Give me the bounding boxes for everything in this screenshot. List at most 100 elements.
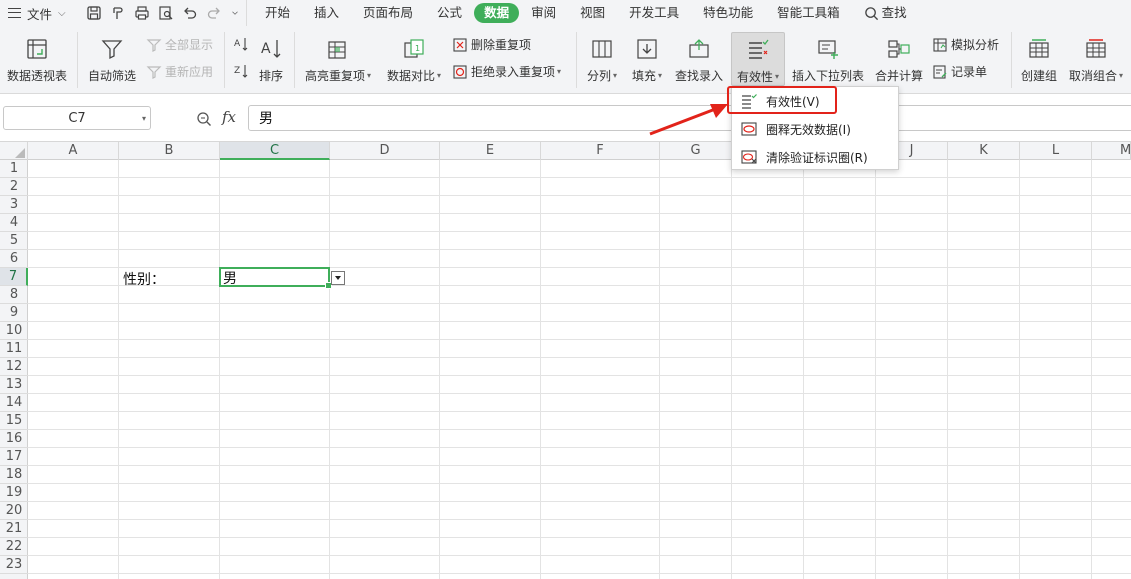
- circle-invalid-data-icon: [741, 122, 757, 136]
- row-header-18[interactable]: 18: [0, 466, 28, 484]
- menu-item-clear-validation-circles[interactable]: 清除验证标识圈(R): [732, 143, 900, 171]
- tab-review[interactable]: 审阅: [519, 3, 568, 23]
- tab-formulas[interactable]: 公式: [425, 3, 474, 23]
- show-all-button[interactable]: 全部显示: [146, 36, 213, 53]
- row-header-7[interactable]: 7: [0, 268, 28, 286]
- caret-down-icon: ▾: [437, 71, 442, 80]
- sort-button[interactable]: A 排序: [256, 34, 286, 84]
- ungroup-button[interactable]: 取消组合 ▾: [1066, 34, 1126, 84]
- delete-duplicates-button[interactable]: 删除重复项: [452, 36, 531, 53]
- consolidate-button[interactable]: 合并计算: [872, 34, 926, 84]
- lookup-entry-icon: [689, 39, 709, 58]
- row-header-12[interactable]: 12: [0, 358, 28, 376]
- fill-label: 填充: [631, 69, 656, 83]
- row-header-8[interactable]: 8: [0, 286, 28, 304]
- show-all-icon: [146, 38, 162, 52]
- cell-b7[interactable]: 性别：: [123, 269, 165, 289]
- column-header-k[interactable]: K: [948, 142, 1020, 160]
- column-header-c[interactable]: C: [220, 142, 330, 160]
- tab-data[interactable]: 数据: [474, 3, 520, 23]
- row-header-19[interactable]: 19: [0, 484, 28, 502]
- sort-asc-button[interactable]: A: [233, 36, 252, 52]
- reapply-button[interactable]: 重新应用: [146, 63, 213, 80]
- hamburger-icon: [8, 8, 21, 18]
- column-header-l[interactable]: L: [1020, 142, 1092, 160]
- format-painter-icon[interactable]: [110, 5, 126, 21]
- what-if-analysis-button[interactable]: 模拟分析: [932, 36, 999, 53]
- row-header-5[interactable]: 5: [0, 232, 28, 250]
- chevron-down-icon[interactable]: [230, 5, 240, 21]
- insert-function-icon[interactable]: fx: [222, 108, 236, 126]
- chevron-down-icon[interactable]: ▾: [142, 114, 146, 123]
- tab-developer[interactable]: 开发工具: [617, 3, 691, 23]
- tab-view[interactable]: 视图: [568, 3, 617, 23]
- svg-text:A: A: [261, 41, 271, 57]
- column-header-e[interactable]: E: [440, 142, 541, 160]
- tab-home[interactable]: 开始: [253, 3, 302, 23]
- row-header-1[interactable]: 1: [0, 160, 28, 178]
- search-tab[interactable]: 查找: [852, 3, 919, 23]
- zoom-icon[interactable]: [196, 111, 212, 127]
- row-header-16[interactable]: 16: [0, 430, 28, 448]
- reject-duplicates-button[interactable]: 拒绝录入重复项 ▾: [452, 63, 561, 80]
- row-header-9[interactable]: 9: [0, 304, 28, 322]
- data-compare-button[interactable]: 1 数据对比 ▾: [382, 34, 446, 84]
- insert-dropdown-list-label: 插入下拉列表: [791, 69, 864, 83]
- row-header-2[interactable]: 2: [0, 178, 28, 196]
- cell-dropdown-button[interactable]: [331, 271, 345, 285]
- row-header-21[interactable]: 21: [0, 520, 28, 538]
- row-header-3[interactable]: 3: [0, 196, 28, 214]
- row-header-14[interactable]: 14: [0, 394, 28, 412]
- row-header-10[interactable]: 10: [0, 322, 28, 340]
- insert-dropdown-list-button[interactable]: 插入下拉列表: [790, 34, 866, 84]
- row-header-17[interactable]: 17: [0, 448, 28, 466]
- ribbon-divider: [1011, 32, 1012, 88]
- select-all-corner[interactable]: [0, 142, 28, 160]
- print-preview-icon[interactable]: [158, 5, 174, 21]
- tab-insert[interactable]: 插入: [302, 3, 351, 23]
- file-menu[interactable]: 文件 ⌵: [0, 0, 80, 26]
- insert-dropdown-icon: [818, 40, 838, 59]
- tab-page-layout[interactable]: 页面布局: [351, 3, 425, 23]
- reject-duplicates-label: 拒绝录入重复项: [471, 65, 556, 79]
- highlight-duplicates-button[interactable]: 高亮重复项 ▾: [302, 34, 374, 84]
- ungroup-label: 取消组合: [1068, 69, 1117, 83]
- pivot-table-button[interactable]: 数据透视表: [4, 34, 70, 84]
- column-header-m[interactable]: M: [1092, 142, 1131, 160]
- name-box[interactable]: C7 ▾: [3, 106, 151, 130]
- delete-duplicates-icon: [453, 37, 467, 52]
- undo-icon[interactable]: [182, 5, 198, 21]
- record-form-icon: [933, 64, 947, 79]
- row-header-20[interactable]: 20: [0, 502, 28, 520]
- record-form-button[interactable]: 记录单: [932, 63, 987, 80]
- auto-filter-button[interactable]: 自动筛选: [86, 34, 138, 84]
- group-icon: [1029, 39, 1049, 58]
- lookup-entry-button[interactable]: 查找录入: [672, 34, 726, 84]
- ribbon-tabs: 开始 插入 页面布局 公式 数据 审阅 视图 开发工具 特色功能 智能工具箱 查…: [253, 3, 919, 23]
- create-group-button[interactable]: 创建组: [1017, 34, 1061, 84]
- spreadsheet-grid[interactable]: 性别： 男: [28, 160, 1131, 579]
- row-header-6[interactable]: 6: [0, 250, 28, 268]
- row-header-22[interactable]: 22: [0, 538, 28, 556]
- caret-down-icon: ▾: [557, 67, 562, 76]
- menu-item-circle-invalid-data[interactable]: 圈释无效数据(I): [732, 115, 900, 143]
- row-header-4[interactable]: 4: [0, 214, 28, 232]
- tab-special-features[interactable]: 特色功能: [691, 3, 765, 23]
- column-header-b[interactable]: B: [119, 142, 220, 160]
- row-header-15[interactable]: 15: [0, 412, 28, 430]
- tab-smart-toolbox[interactable]: 智能工具箱: [765, 3, 852, 23]
- row-header-11[interactable]: 11: [0, 340, 28, 358]
- consolidate-icon: [888, 40, 910, 58]
- data-validation-button[interactable]: 有效性 ▾: [731, 32, 785, 86]
- print-icon[interactable]: [134, 5, 150, 21]
- row-header-13[interactable]: 13: [0, 376, 28, 394]
- redo-icon[interactable]: [206, 5, 222, 21]
- fill-button[interactable]: 填充 ▾: [627, 34, 667, 84]
- sort-desc-button[interactable]: Z: [233, 63, 252, 79]
- text-to-columns-button[interactable]: 分列 ▾: [582, 34, 622, 84]
- column-header-a[interactable]: A: [28, 142, 119, 160]
- column-header-d[interactable]: D: [330, 142, 440, 160]
- save-icon[interactable]: [86, 5, 102, 21]
- row-header-23[interactable]: 23: [0, 556, 28, 574]
- split-columns-icon: [592, 40, 612, 58]
